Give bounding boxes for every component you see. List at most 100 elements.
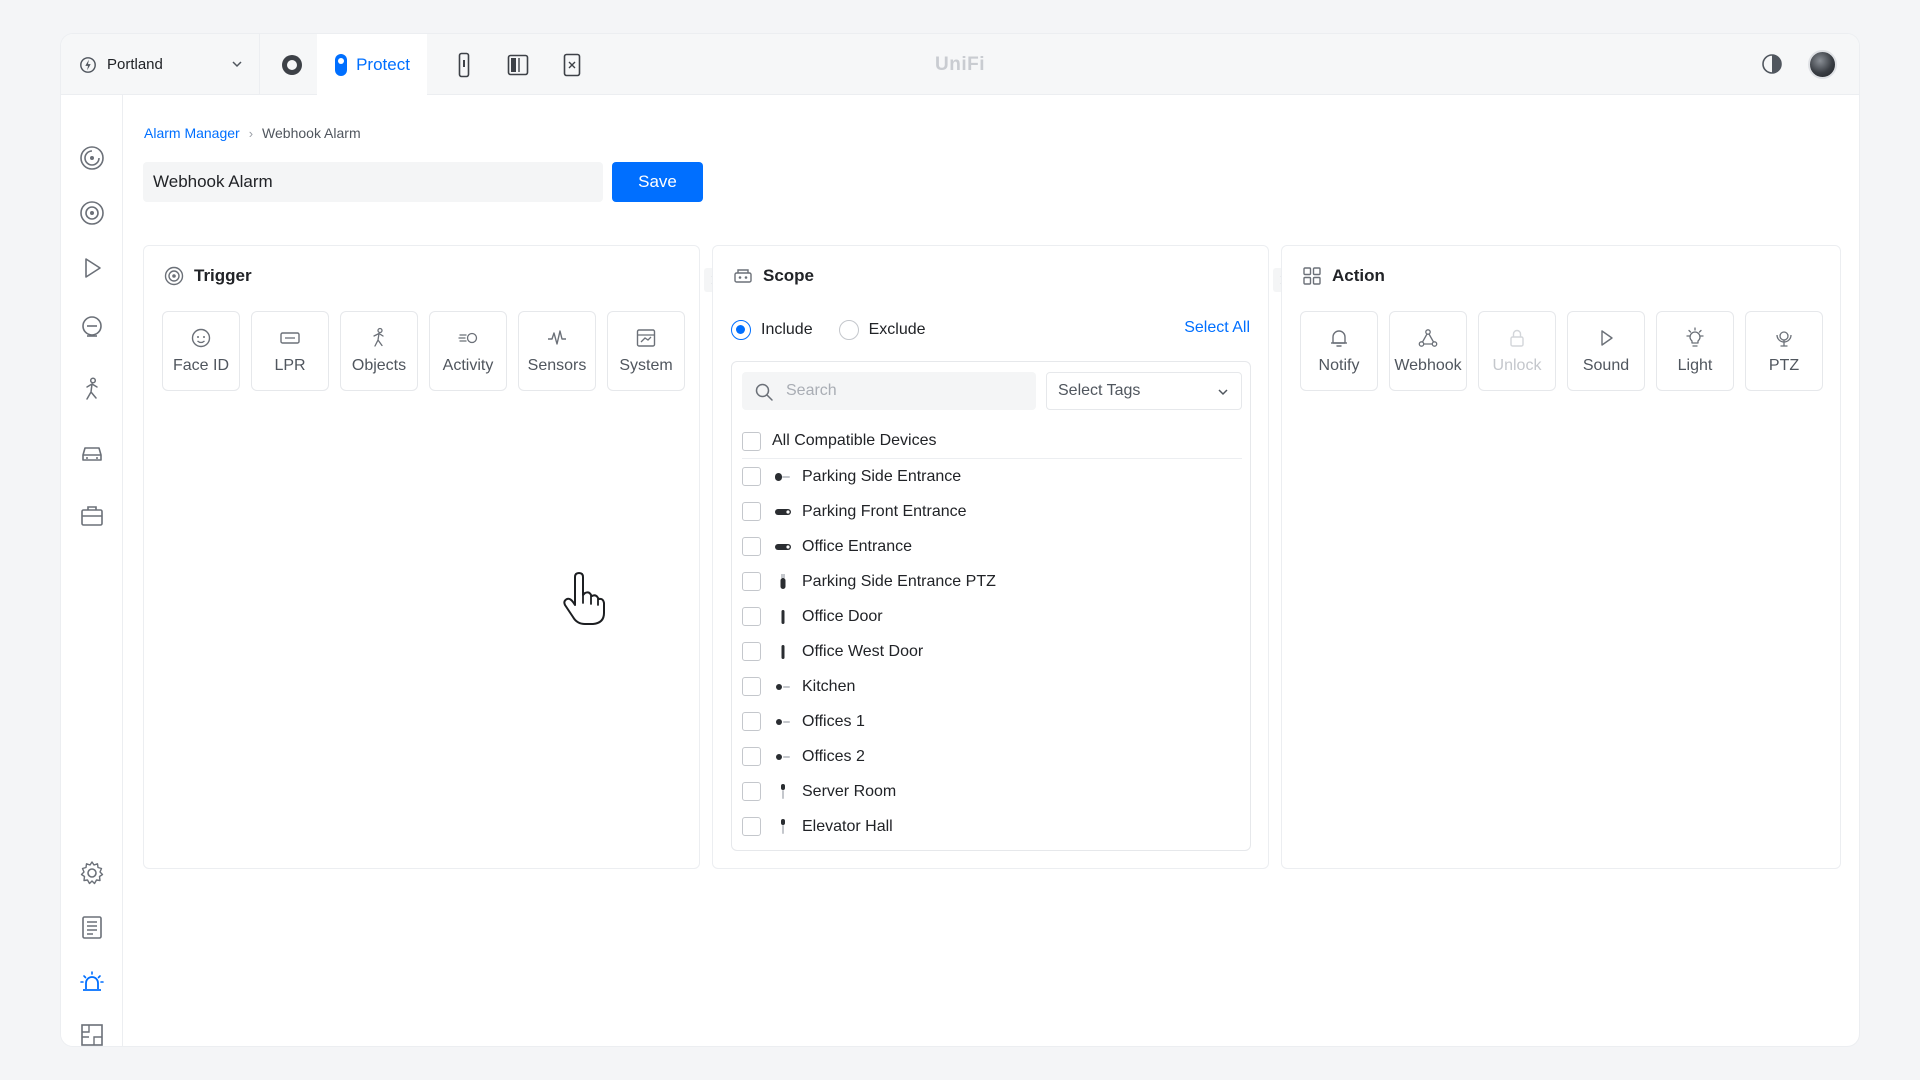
user-avatar[interactable] xyxy=(1808,50,1837,79)
app-tab-connect[interactable] xyxy=(549,34,595,95)
device-row[interactable]: Offices 1 xyxy=(742,704,1242,739)
tile-label: PTZ xyxy=(1768,357,1800,374)
select-all-link[interactable]: Select All xyxy=(1184,319,1250,337)
exclude-radio[interactable] xyxy=(838,320,859,340)
device-selector: Select Tags All Compatible Devices Parki… xyxy=(731,361,1251,851)
device-checkbox[interactable] xyxy=(742,712,761,731)
nav-people[interactable] xyxy=(78,375,106,403)
app-tab-protect[interactable]: Protect xyxy=(317,34,427,95)
action-title: Action xyxy=(1302,266,1385,286)
main-content: Alarm Manager › Webhook Alarm Save Trigg… xyxy=(123,95,1859,1046)
trigger-title-text: Trigger xyxy=(194,266,252,285)
pulse-icon xyxy=(548,330,566,345)
device-row[interactable]: Server Room xyxy=(742,774,1242,809)
system-icon xyxy=(636,329,656,347)
chevron-down-icon xyxy=(232,61,242,68)
camera-lens-icon xyxy=(80,201,104,225)
device-checkbox[interactable] xyxy=(742,607,761,626)
action-panel: Action Notify Webhook Unlock Sound Light… xyxy=(1281,245,1841,869)
scope-title: Scope xyxy=(733,266,814,286)
site-selector[interactable]: Portland xyxy=(61,34,260,95)
doorbell-icon xyxy=(781,644,785,659)
trigger-tile-face-id[interactable]: Face ID xyxy=(162,311,240,391)
device-row[interactable]: Kitchen xyxy=(742,669,1242,704)
alarm-name-input[interactable] xyxy=(143,162,603,202)
trigger-tile-sensors[interactable]: Sensors xyxy=(518,311,596,391)
action-tile-light[interactable]: Light xyxy=(1656,311,1734,391)
app-tab-network[interactable] xyxy=(269,34,315,95)
device-checkbox[interactable] xyxy=(742,747,761,766)
bullet-camera-icon xyxy=(775,543,791,550)
nav-devices[interactable] xyxy=(78,199,106,227)
search-icon xyxy=(755,383,773,401)
device-name: Parking Side Entrance PTZ xyxy=(802,572,996,590)
device-row[interactable]: Parking Side Entrance xyxy=(742,459,1242,494)
all-devices-label: All Compatible Devices xyxy=(772,432,937,449)
nav-timelapse[interactable] xyxy=(78,254,106,282)
nav-floorplan[interactable] xyxy=(78,1021,106,1046)
include-radio[interactable] xyxy=(731,320,751,340)
device-search-input[interactable] xyxy=(742,372,1036,410)
device-checkbox[interactable] xyxy=(742,502,761,521)
device-name: Offices 1 xyxy=(802,712,865,730)
device-name: Elevator Hall xyxy=(802,817,893,835)
device-checkbox[interactable] xyxy=(742,467,761,486)
car-icon xyxy=(82,447,102,461)
target-icon xyxy=(164,266,184,286)
trigger-tile-objects[interactable]: Objects xyxy=(340,311,418,391)
breadcrumb-alarm-manager[interactable]: Alarm Manager xyxy=(144,125,240,141)
nav-alarm-manager[interactable] xyxy=(78,968,106,996)
face-icon xyxy=(191,328,211,348)
device-name: Kitchen xyxy=(802,677,856,695)
device-checkbox[interactable] xyxy=(742,572,761,591)
nav-dashboard[interactable] xyxy=(78,144,106,172)
device-row[interactable]: Office Door xyxy=(742,599,1242,634)
app-tab-talk[interactable] xyxy=(495,34,541,95)
connect-device-icon xyxy=(563,53,581,76)
action-tile-notify[interactable]: Notify xyxy=(1300,311,1378,391)
scope-panel: Scope Include Exclude Select All Select … xyxy=(712,245,1269,869)
all-devices-row[interactable]: All Compatible Devices xyxy=(742,424,1242,459)
nav-vehicles[interactable] xyxy=(78,439,106,467)
nav-integrations[interactable] xyxy=(78,502,106,530)
device-row[interactable]: Offices 2 xyxy=(742,739,1242,774)
breadcrumb: Alarm Manager › Webhook Alarm xyxy=(144,125,361,141)
app-tab-access[interactable] xyxy=(441,34,487,95)
tile-label: Sound xyxy=(1582,357,1630,374)
protect-app-icon xyxy=(335,53,348,76)
device-row[interactable]: Elevator Hall xyxy=(742,809,1242,844)
action-tile-unlock: Unlock xyxy=(1478,311,1556,391)
select-tags-dropdown[interactable]: Select Tags xyxy=(1046,372,1242,410)
nav-logs[interactable] xyxy=(78,913,106,941)
save-button[interactable]: Save xyxy=(612,162,703,202)
action-tile-webhook[interactable]: Webhook xyxy=(1389,311,1467,391)
device-checkbox[interactable] xyxy=(742,642,761,661)
device-row[interactable]: Office West Door xyxy=(742,634,1242,669)
trigger-tile-system[interactable]: System xyxy=(607,311,685,391)
site-icon xyxy=(80,56,96,73)
play-icon xyxy=(85,258,101,278)
action-tile-sound[interactable]: Sound xyxy=(1567,311,1645,391)
device-checkbox[interactable] xyxy=(742,537,761,556)
action-tile-ptz[interactable]: PTZ xyxy=(1745,311,1823,391)
nav-detections[interactable] xyxy=(78,313,106,341)
all-devices-checkbox[interactable] xyxy=(742,431,761,451)
device-checkbox[interactable] xyxy=(742,817,761,836)
trigger-tile-lpr[interactable]: LPR xyxy=(251,311,329,391)
bulb-icon xyxy=(1686,327,1704,347)
tile-label: Sensors xyxy=(527,357,587,374)
device-row[interactable]: Parking Front Entrance xyxy=(742,494,1242,529)
device-row[interactable]: Parking Side Entrance PTZ xyxy=(742,564,1242,599)
floorplan-icon xyxy=(81,1024,103,1046)
device-checkbox[interactable] xyxy=(742,677,761,696)
device-list: All Compatible Devices Parking Side Entr… xyxy=(742,424,1242,844)
theme-toggle-icon[interactable] xyxy=(1761,53,1783,75)
nav-settings[interactable] xyxy=(78,859,106,887)
sensor-icon xyxy=(781,818,785,834)
scope-title-text: Scope xyxy=(763,266,815,285)
trigger-tile-activity[interactable]: Activity xyxy=(429,311,507,391)
tile-label: Activity xyxy=(442,357,494,374)
device-row[interactable]: Office Entrance xyxy=(742,529,1242,564)
device-checkbox[interactable] xyxy=(742,782,761,801)
webhook-icon xyxy=(1418,329,1438,347)
